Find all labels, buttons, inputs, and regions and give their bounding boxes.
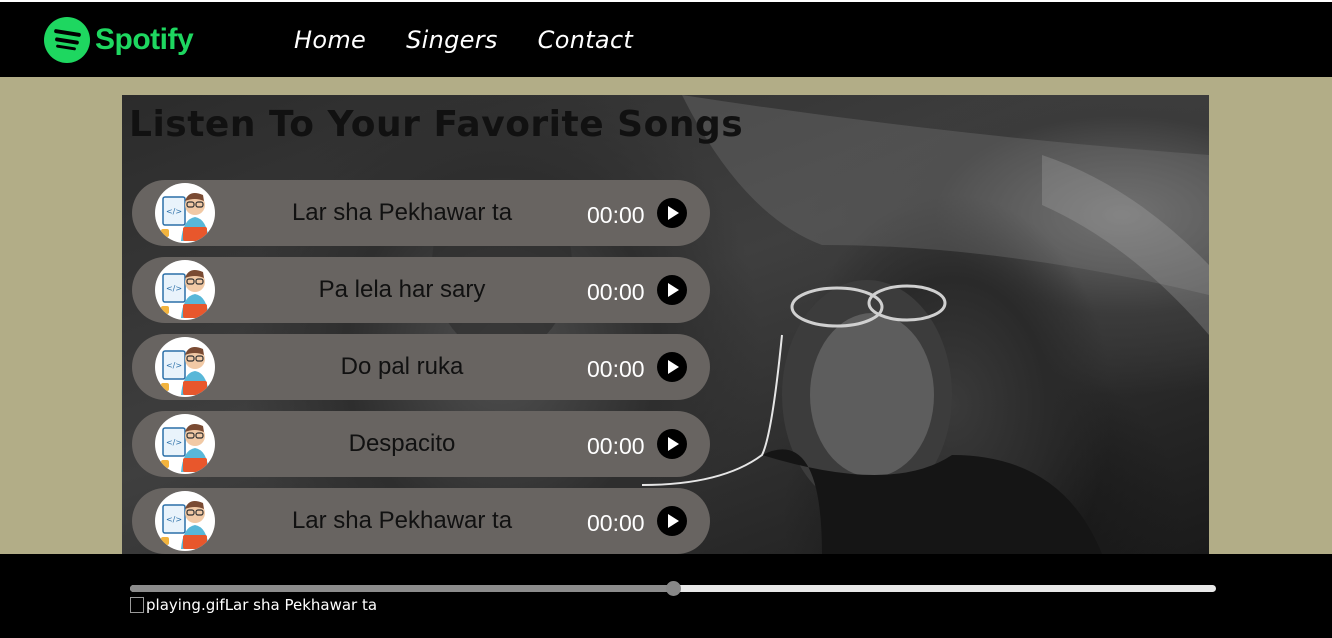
now-playing: playing.gif Lar sha Pekhawar ta [130,596,377,614]
brand-name: Spotify [95,23,194,56]
developer-avatar-icon: </> [155,337,215,397]
spotify-logo[interactable]: Spotify [44,17,194,63]
song-card[interactable]: </> Lar sha Pekhawar ta 00:00 [132,488,710,554]
play-icon[interactable] [657,429,687,459]
song-time: 00:00 [587,433,645,459]
song-name: Lar sha Pekhawar ta [291,507,513,534]
progress-fill [130,585,673,592]
song-time: 00:00 [587,279,645,305]
background-photo [432,95,1209,554]
player-bar: playing.gif Lar sha Pekhawar ta [0,554,1332,638]
nav-menu: Home Singers Contact [294,26,633,54]
progress-slider[interactable] [130,581,1216,596]
playing-gif-alt: playing.gif [146,596,225,614]
developer-avatar-icon: </> [155,260,215,320]
progress-thumb[interactable] [666,581,681,596]
top-navbar: Spotify Home Singers Contact [0,0,1332,77]
svg-text:</>: </> [166,361,182,370]
broken-image-icon [130,597,144,613]
song-card[interactable]: </> Do pal ruka 00:00 [132,334,710,400]
now-playing-title: Lar sha Pekhawar ta [224,596,378,614]
page-title: Listen To Your Favorite Songs [129,104,744,145]
developer-avatar-icon: </> [155,414,215,474]
song-card[interactable]: </> Pa lela har sary 00:00 [132,257,710,323]
developer-avatar-icon: </> [155,183,215,243]
song-name: Lar sha Pekhawar ta [291,199,513,226]
song-time: 00:00 [587,202,645,228]
song-name: Despacito [348,430,456,457]
song-time: 00:00 [587,356,645,382]
svg-text:</>: </> [166,515,182,524]
nav-singers[interactable]: Singers [406,26,498,54]
play-icon[interactable] [657,198,687,228]
song-name: Pa lela har sary [318,276,486,303]
svg-text:</>: </> [166,207,182,216]
play-icon[interactable] [657,352,687,382]
svg-text:</>: </> [166,284,182,293]
developer-avatar-icon: </> [155,491,215,551]
nav-home[interactable]: Home [294,26,366,54]
spotify-icon [44,17,90,63]
play-icon[interactable] [657,275,687,305]
song-card[interactable]: </> Lar sha Pekhawar ta 00:00 [132,180,710,246]
nav-contact[interactable]: Contact [538,26,633,54]
svg-text:</>: </> [166,438,182,447]
song-card[interactable]: </> Despacito 00:00 [132,411,710,477]
song-name: Do pal ruka [340,353,464,380]
hero-banner: Listen To Your Favorite Songs </> Lar sh… [122,95,1209,554]
play-icon[interactable] [657,506,687,536]
song-time: 00:00 [587,510,645,536]
